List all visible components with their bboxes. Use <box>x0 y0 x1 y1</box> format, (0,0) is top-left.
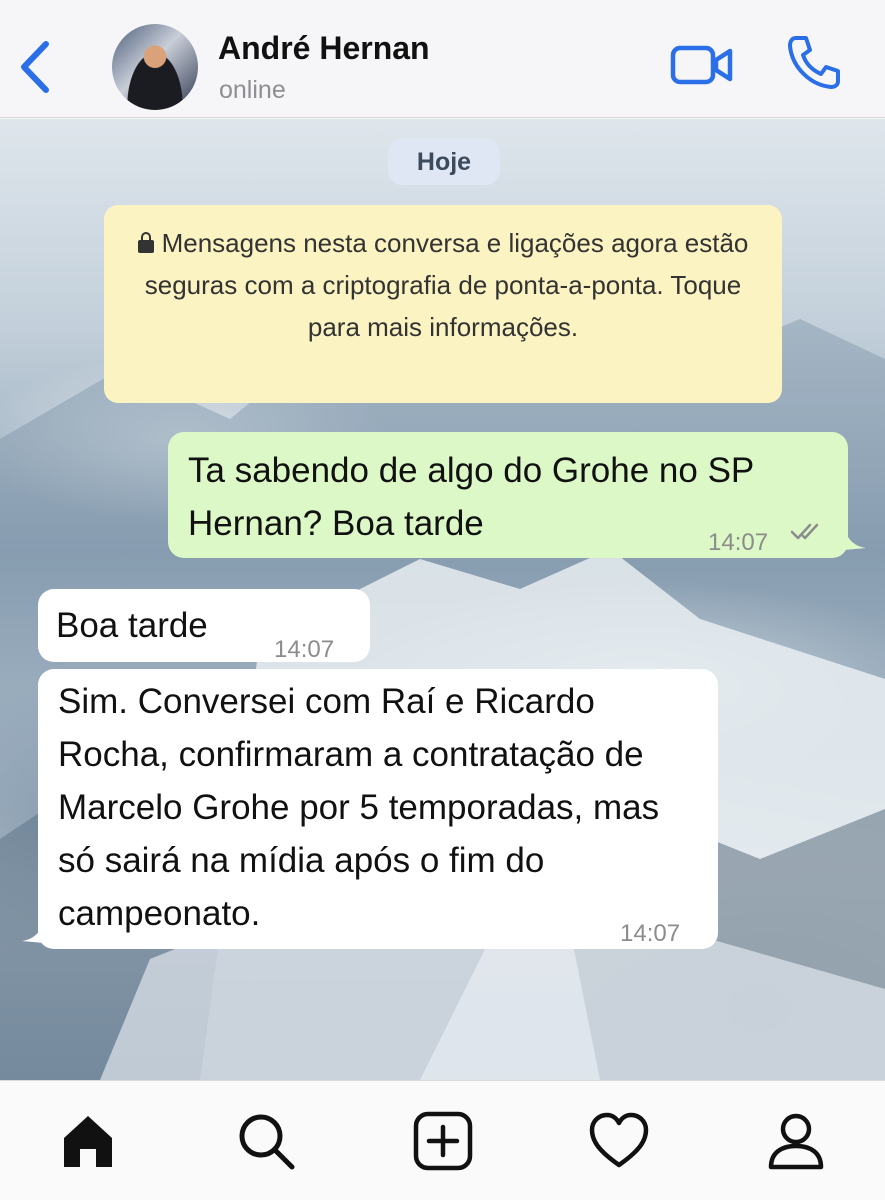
back-button[interactable] <box>14 36 58 96</box>
contact-status: online <box>219 76 286 104</box>
add-post-icon <box>413 1111 473 1171</box>
bottom-navigation <box>0 1080 885 1200</box>
message-text: Ta sabendo de algo do Grohe no SP Hernan… <box>188 451 754 543</box>
message-text: Sim. Conversei com Raí e Ricardo Rocha, … <box>58 682 660 933</box>
chevron-left-icon <box>21 41 49 93</box>
nav-search[interactable] <box>236 1111 296 1171</box>
chat-area[interactable]: Hoje Mensagens nesta conversa e ligações… <box>0 119 885 1080</box>
lock-icon <box>137 232 154 253</box>
message-time: 14:07 <box>620 920 681 947</box>
double-check-icon <box>790 523 819 540</box>
avatar[interactable] <box>112 24 198 110</box>
voice-call-button[interactable] <box>786 34 842 90</box>
encryption-notice[interactable]: Mensagens nesta conversa e ligações agor… <box>104 205 782 403</box>
video-call-button[interactable] <box>670 42 734 88</box>
outgoing-message[interactable]: Ta sabendo de algo do Grohe no SP Hernan… <box>168 432 866 558</box>
nav-profile[interactable] <box>766 1111 826 1171</box>
incoming-message[interactable]: Sim. Conversei com Raí e Ricardo Rocha, … <box>22 669 718 949</box>
contact-name[interactable]: André Hernan <box>218 30 430 67</box>
incoming-message[interactable]: Boa tarde 14:07 <box>38 589 370 663</box>
heart-icon <box>589 1112 649 1168</box>
message-time: 14:07 <box>708 529 769 556</box>
nav-new-post[interactable] <box>413 1111 473 1171</box>
bubble-tail <box>844 528 866 550</box>
date-divider: Hoje <box>388 139 500 185</box>
phone-icon <box>788 36 840 89</box>
encryption-notice-text: Mensagens nesta conversa e ligações agor… <box>144 228 749 342</box>
profile-icon <box>768 1113 824 1170</box>
message-text: Boa tarde <box>56 606 208 645</box>
home-icon <box>64 1116 112 1167</box>
bubble-tail <box>22 921 44 943</box>
nav-activity[interactable] <box>589 1111 649 1171</box>
video-camera-icon <box>670 45 733 85</box>
search-icon <box>239 1114 295 1170</box>
chat-header: André Hernan online <box>0 0 885 118</box>
nav-home[interactable] <box>58 1111 118 1171</box>
